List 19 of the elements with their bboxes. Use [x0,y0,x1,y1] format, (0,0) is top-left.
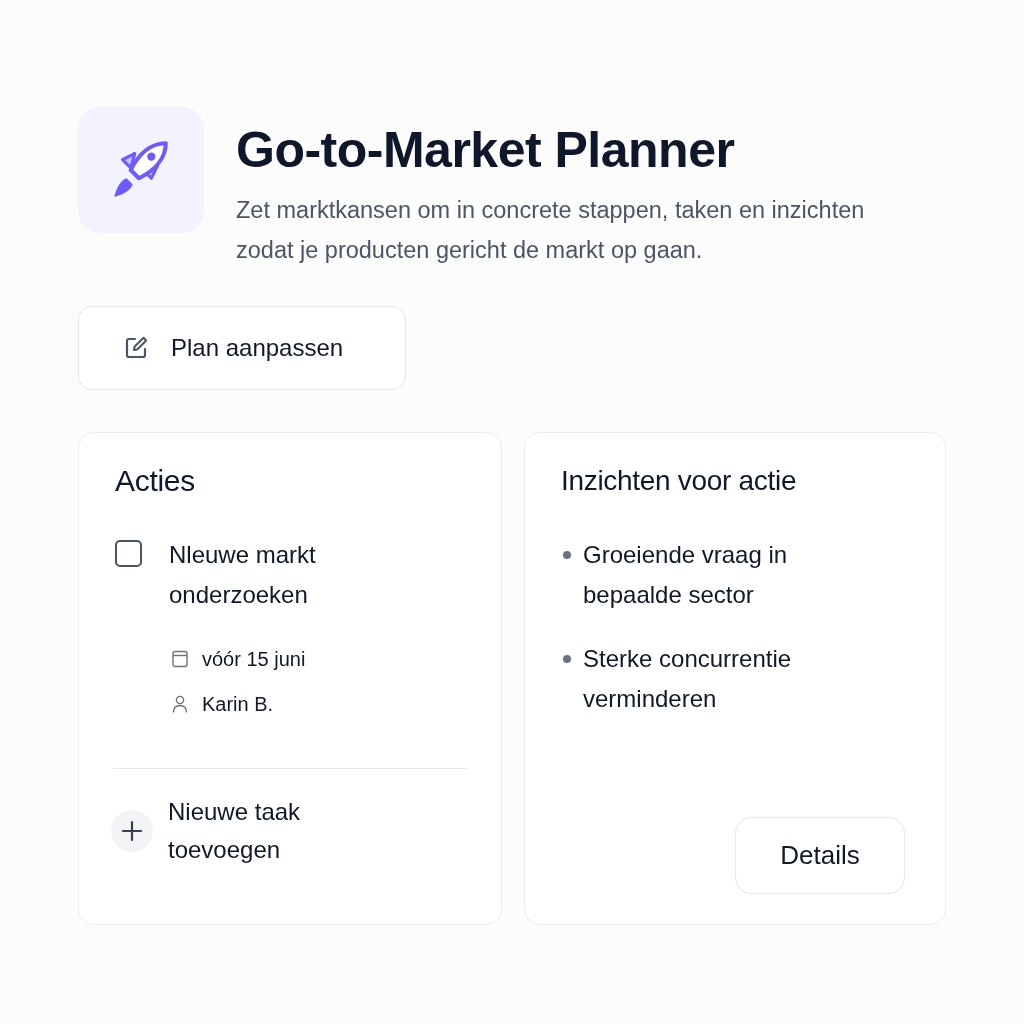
assignee-name: Karin B. [202,692,274,717]
insight-text: Sterke concurrentie verminderen [583,644,793,714]
plus-icon [111,810,153,852]
calendar-icon [172,650,188,668]
edit-icon [123,335,149,361]
bullet-icon [563,551,571,559]
task-checkbox[interactable] [115,540,142,567]
card-title: Inzichten voor actie [561,464,798,498]
due-date: vóór 15 juni [202,647,306,672]
task-title: Nleuwe markt onderzoeken [169,540,317,610]
edit-plan-button[interactable]: Plan aanpassen [78,306,406,390]
bullet-icon [563,655,571,663]
insight-text: Groeiende vraag in bepaalde sector [583,540,789,610]
details-button[interactable]: Details [735,817,905,894]
person-icon [172,695,188,713]
page-subtitle: Zet marktkansen om in concrete stappen, taken en inzichten zodat je producten gericht de markt op gaan. [236,196,866,265]
add-task-button[interactable]: Nieuwe taak toevoegen [111,793,338,869]
card-title: Acties [115,463,196,499]
page-title: Go-to-Market Planner [236,121,736,179]
